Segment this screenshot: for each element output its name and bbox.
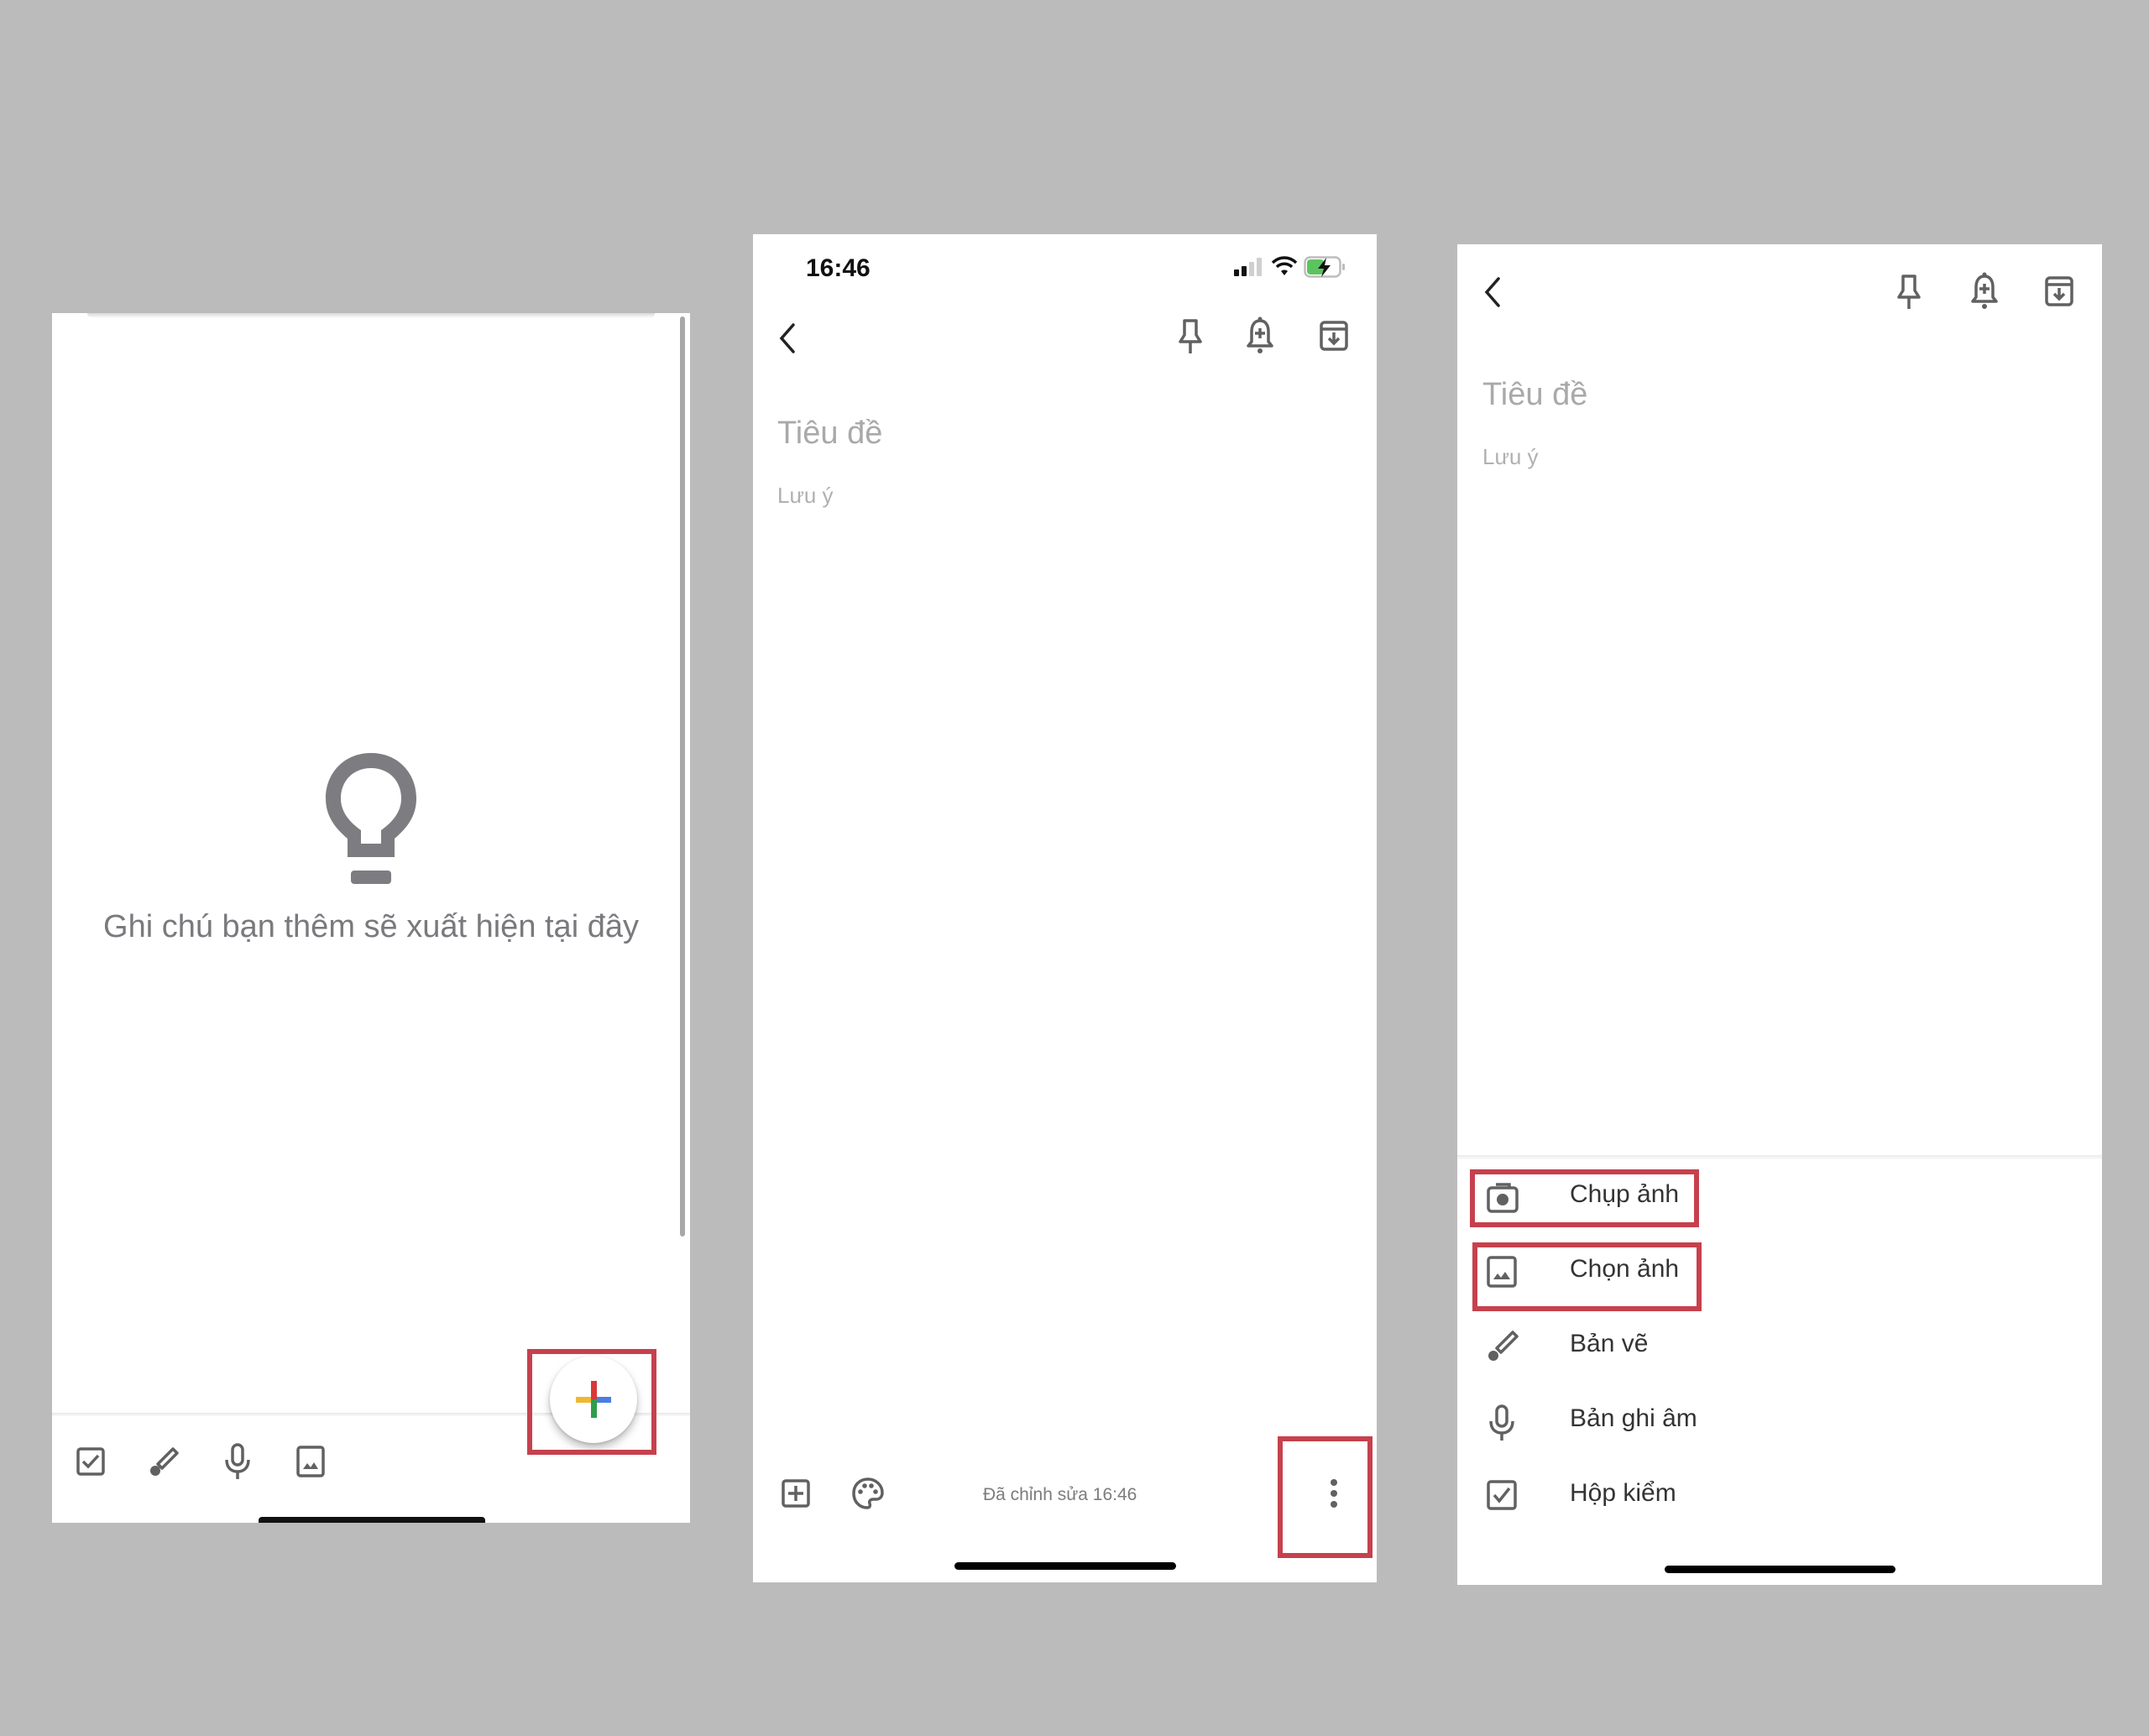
home-indicator	[259, 1517, 485, 1523]
highlight-box-fab	[527, 1349, 656, 1455]
chevron-left-icon	[1484, 277, 1500, 307]
highlight-box-more	[1278, 1436, 1373, 1558]
menu-item-audio-recording[interactable]: Bản ghi âm	[1457, 1388, 2102, 1455]
menu-item-label: Hộp kiểm	[1570, 1479, 1676, 1507]
lightbulb-icon	[319, 746, 423, 889]
menu-item-checkbox[interactable]: Hộp kiểm	[1457, 1462, 2102, 1529]
wifi-icon	[1271, 256, 1298, 276]
brush-icon[interactable]	[148, 1446, 180, 1478]
highlight-box-choose-image	[1472, 1242, 1702, 1311]
menu-item-label: Bản vẽ	[1570, 1330, 1649, 1357]
archive-icon	[1320, 321, 1348, 351]
reminder-button[interactable]	[1970, 272, 1999, 311]
signal-icon	[1234, 258, 1263, 276]
battery-charging-icon	[1304, 256, 1346, 278]
title-input[interactable]: Tiêu đề	[1482, 377, 1587, 413]
pin-icon	[1897, 275, 1921, 309]
reminder-bell-icon	[1247, 316, 1273, 353]
microphone-icon[interactable]	[223, 1443, 252, 1480]
title-input[interactable]: Tiêu đề	[777, 416, 882, 452]
last-edited-text: Đã chỉnh sửa 16:46	[983, 1485, 1137, 1504]
back-button[interactable]	[1482, 275, 1503, 309]
highlight-box-take-photo	[1470, 1169, 1699, 1227]
note-editor-screen: 16:46 Tiêu đề Lưu ý Đã chỉnh sửa 16:46	[753, 234, 1377, 1582]
archive-button[interactable]	[1319, 320, 1349, 352]
home-indicator	[954, 1562, 1176, 1570]
add-box-icon[interactable]	[781, 1478, 811, 1509]
notes-home-screen: Ghi chú bạn thêm sẽ xuất hiện tại đây	[52, 313, 690, 1523]
chevron-left-icon	[779, 323, 795, 353]
note-input[interactable]: Lưu ý	[1482, 444, 1539, 470]
menu-item-label: Bản ghi âm	[1570, 1404, 1697, 1432]
scrollbar[interactable]	[680, 316, 685, 1237]
back-button[interactable]	[776, 322, 798, 355]
reminder-bell-icon	[1971, 272, 1998, 309]
microphone-icon	[1488, 1404, 1516, 1441]
add-attachment-menu-screen: Tiêu đề Lưu ý Chụp ảnh Chọn ảnh Bản vẽ B…	[1457, 244, 2102, 1585]
palette-icon[interactable]	[851, 1477, 885, 1510]
menu-divider	[1457, 1155, 2102, 1159]
note-input[interactable]: Lưu ý	[777, 483, 834, 509]
pin-button[interactable]	[1177, 318, 1204, 355]
pin-icon	[1179, 319, 1202, 353]
home-indicator	[1665, 1566, 1895, 1573]
archive-icon	[2045, 276, 2073, 306]
checkbox-icon	[1486, 1479, 1518, 1511]
top-shadow-divider	[87, 313, 655, 318]
brush-icon	[1486, 1330, 1519, 1363]
empty-state-text: Ghi chú bạn thêm sẽ xuất hiện tại đây	[103, 909, 639, 944]
checkbox-icon[interactable]	[76, 1446, 106, 1477]
reminder-button[interactable]	[1246, 316, 1274, 355]
menu-item-drawing[interactable]: Bản vẽ	[1457, 1313, 2102, 1380]
status-time: 16:46	[806, 254, 871, 282]
image-icon[interactable]	[295, 1445, 326, 1478]
archive-button[interactable]	[2044, 275, 2074, 307]
pin-button[interactable]	[1895, 274, 1922, 311]
